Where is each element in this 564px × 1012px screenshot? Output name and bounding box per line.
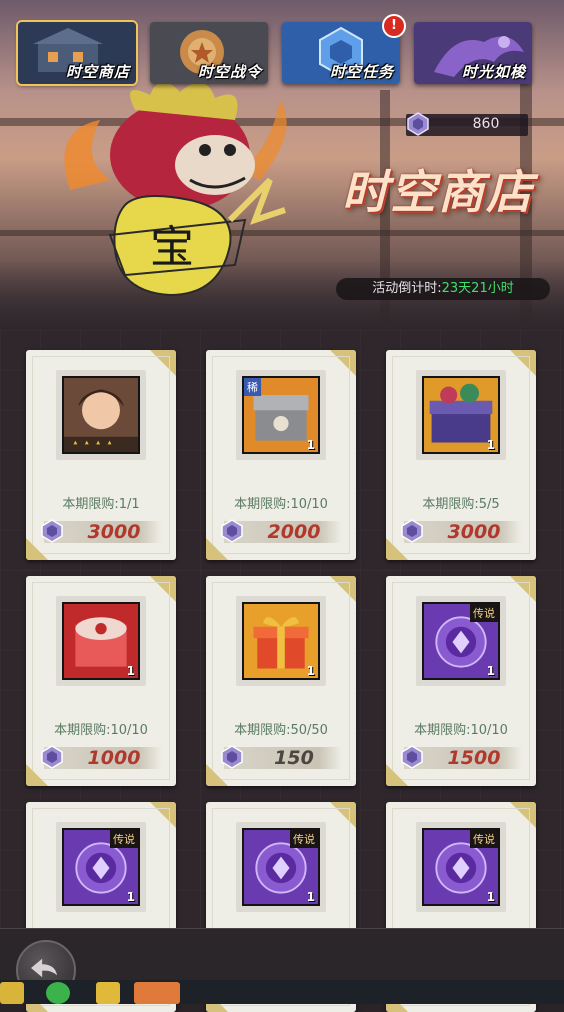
crystal-gem-icon	[41, 519, 63, 543]
rare-tag: 稀	[244, 378, 261, 396]
crystal-gem-icon	[407, 112, 429, 136]
price-amount: 3000	[87, 521, 141, 543]
drive-icon[interactable]	[134, 982, 180, 1004]
price-amount: 2000	[267, 521, 321, 543]
item-quantity: 1	[126, 890, 135, 904]
item-slot: 传说 1	[236, 822, 326, 912]
svg-text:宝: 宝	[150, 222, 194, 273]
item-slot: 1	[236, 596, 326, 686]
item-slot: 1	[56, 596, 146, 686]
item-slot: 传说 1	[416, 596, 506, 686]
item-quantity: 1	[486, 890, 495, 904]
event-countdown: 活动倒计时:23天21小时	[336, 278, 550, 300]
red-box-icon: 1	[62, 602, 140, 680]
tab-time-flies[interactable]: 时光如梭	[414, 22, 532, 84]
bottom-bar	[0, 928, 564, 981]
purchase-limit: 本期限购:50/50	[234, 723, 328, 738]
legend-tag: 传说	[110, 830, 138, 848]
shop-item-card[interactable]: 1 本期限购:10/10 1000	[26, 576, 176, 786]
crystal-gem-icon	[401, 745, 423, 769]
item-slot	[56, 370, 146, 460]
shop-item-card[interactable]: 1 本期限购:50/50 150	[206, 576, 356, 786]
notification-badge: !	[382, 14, 406, 38]
purchase-limit: 本期限购:10/10	[234, 497, 328, 512]
purchase-limit: 本期限购:5/5	[422, 497, 500, 512]
item-quantity: 1	[306, 438, 315, 452]
item-slot: 传说 1	[56, 822, 146, 912]
system-taskbar	[0, 980, 564, 1004]
rare-chest-icon: 稀1	[242, 376, 320, 454]
purchase-limit: 本期限购:10/10	[54, 723, 148, 738]
price-tag: 2000	[221, 519, 342, 543]
price-amount: 1000	[87, 747, 141, 769]
hero-portrait-icon	[62, 376, 140, 454]
price-tag: 150	[221, 745, 342, 769]
currency-display: 860	[406, 112, 528, 136]
currency-amount: 860	[472, 116, 500, 132]
legend-emblem-icon: 传说 1	[242, 828, 320, 906]
legend-tag: 传说	[470, 830, 498, 848]
gift-box-icon: 1	[242, 602, 320, 680]
item-quantity: 1	[126, 664, 135, 678]
shop-item-card[interactable]: 稀 1 本期限购:10/10 2000	[206, 350, 356, 560]
tab-time-space-quest[interactable]: 时空任务 !	[282, 14, 406, 84]
tab-label: 时空商店	[65, 63, 130, 81]
app-icon-yellow[interactable]	[0, 982, 24, 1004]
item-quantity: 1	[486, 664, 495, 678]
legend-emblem-icon: 传说 1	[62, 828, 140, 906]
price-tag: 1000	[41, 745, 162, 769]
crystal-gem-icon	[41, 745, 63, 769]
tab-label: 时空战令	[197, 63, 262, 81]
price-amount: 3000	[447, 521, 501, 543]
tab-label: 时光如梭	[461, 63, 526, 81]
item-slot: 传说 1	[416, 822, 506, 912]
wechat-icon[interactable]	[46, 982, 70, 1004]
purchase-limit: 本期限购:10/10	[414, 723, 508, 738]
legend-tag: 传说	[290, 830, 318, 848]
tab-time-space-shop[interactable]: 时空商店	[16, 20, 138, 86]
price-tag: 1500	[401, 745, 522, 769]
legend-emblem-icon: 传说 1	[422, 602, 500, 680]
item-slot: 1	[416, 370, 506, 460]
countdown-label: 活动倒计时:	[372, 281, 442, 296]
shop-item-card[interactable]: 本期限购:1/1 3000	[26, 350, 176, 560]
mascot-lion-illustration: 宝	[64, 81, 287, 297]
price-amount: 1500	[447, 747, 501, 769]
crystal-gem-icon	[221, 519, 243, 543]
legend-tag: 传说	[470, 604, 498, 622]
crystal-gem-icon	[401, 519, 423, 543]
item-quantity: 1	[306, 664, 315, 678]
tab-time-space-pass[interactable]: 时空战令	[150, 22, 268, 84]
price-tag: 3000	[41, 519, 162, 543]
item-quantity: 1	[306, 890, 315, 904]
countdown-time: 23天21小时	[441, 281, 514, 296]
treasure-chest-icon: 1	[422, 376, 500, 454]
tab-label: 时空任务	[329, 63, 394, 81]
crystal-gem-icon	[221, 745, 243, 769]
purchase-limit: 本期限购:1/1	[62, 497, 140, 512]
item-quantity: 1	[486, 438, 495, 452]
folder-icon[interactable]	[96, 982, 120, 1004]
price-tag: 3000	[401, 519, 522, 543]
price-amount: 150	[274, 747, 314, 769]
shop-item-card[interactable]: 传说 1 本期限购:10/10 1500	[386, 576, 536, 786]
shop-title: 时空商店	[342, 165, 534, 219]
shop-item-card[interactable]: 1 本期限购:5/5 3000	[386, 350, 536, 560]
legend-emblem-icon: 传说 1	[422, 828, 500, 906]
item-slot: 稀1	[236, 370, 326, 460]
